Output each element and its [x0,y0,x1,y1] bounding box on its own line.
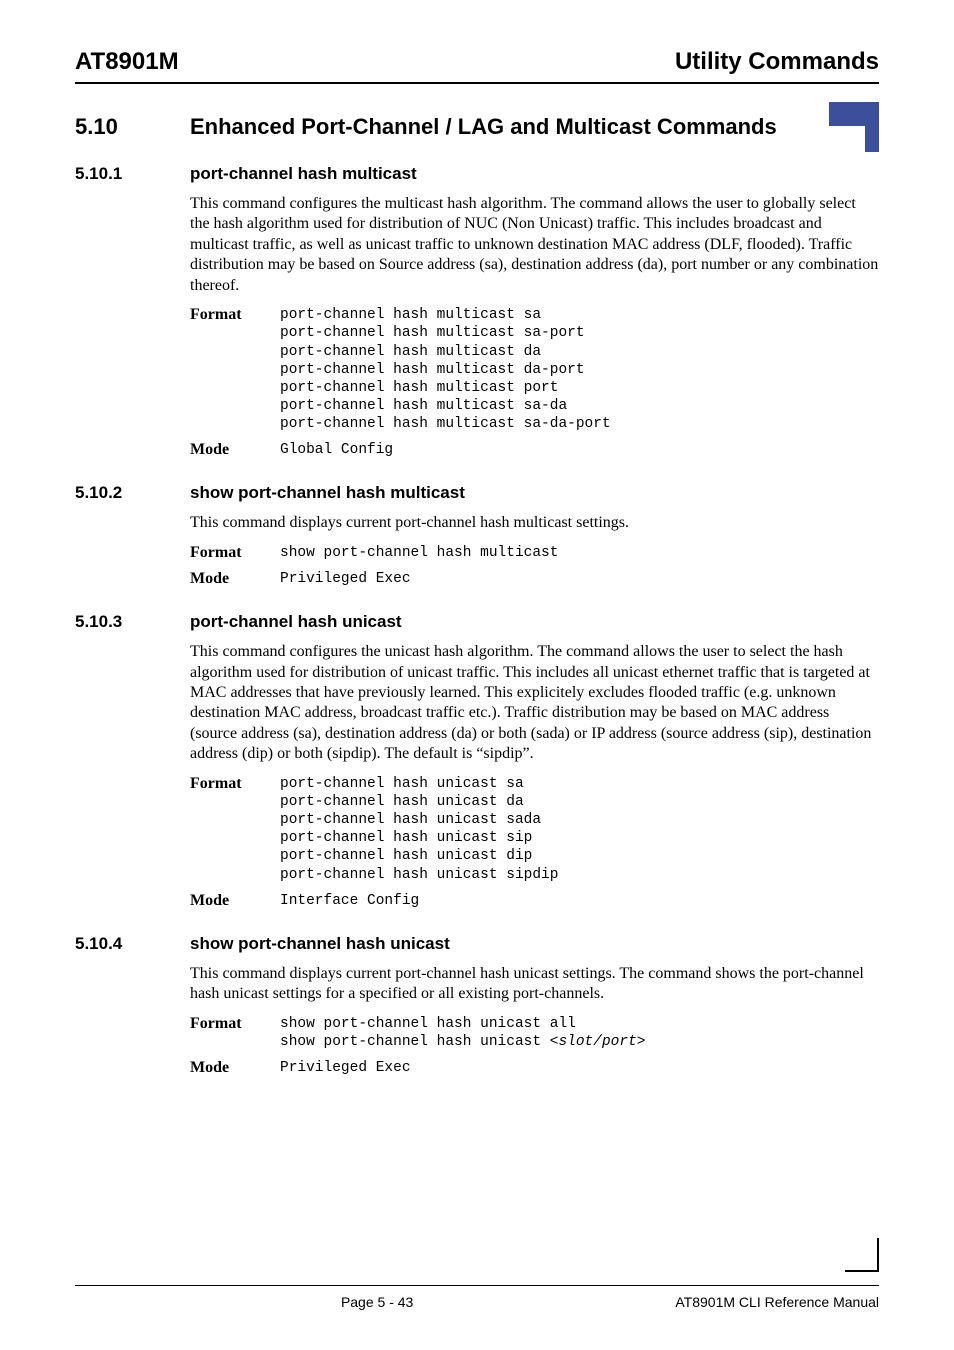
subsection-title: port-channel hash unicast [190,612,402,632]
format-value-param: <slot/port> [550,1034,646,1050]
subsection-paragraph: This command configures the multicast ha… [190,194,879,296]
header-left: AT8901M [75,48,179,76]
format-row: Format show port-channel hash multicast [190,544,879,562]
format-value-pre: show port-channel hash unicast all show … [280,1016,576,1050]
section-title: Enhanced Port-Channel / LAG and Multicas… [190,114,777,140]
mode-label: Mode [190,570,280,588]
header-right: Utility Commands [675,48,879,76]
subsection-paragraph: This command displays current port-chann… [190,513,879,533]
subsection-number: 5.10.4 [75,934,190,954]
subsection-number: 5.10.1 [75,164,190,184]
subsection-paragraph: This command displays current port-chann… [190,964,879,1005]
format-value: port-channel hash multicast sa port-chan… [280,306,611,433]
mode-value: Global Config [280,441,393,459]
mode-value: Privileged Exec [280,1059,411,1077]
format-label: Format [190,544,280,562]
subsection-number: 5.10.3 [75,612,190,632]
format-value: port-channel hash unicast sa port-channe… [280,775,558,884]
footer-right: AT8901M CLI Reference Manual [675,1294,879,1310]
format-label: Format [190,775,280,884]
format-label: Format [190,1015,280,1051]
subsection-title: show port-channel hash multicast [190,483,465,503]
section-heading: 5.10 Enhanced Port-Channel / LAG and Mul… [75,114,879,140]
section-number: 5.10 [75,114,190,140]
subsection-paragraph: This command configures the unicast hash… [190,642,879,765]
format-label: Format [190,306,280,433]
mode-row: Mode Privileged Exec [190,570,879,588]
subsection-heading: 5.10.1 port-channel hash multicast [75,164,879,184]
page-header: AT8901M Utility Commands [75,48,879,76]
format-value: show port-channel hash unicast all show … [280,1015,645,1051]
footer-rule [75,1285,879,1286]
format-row: Format port-channel hash multicast sa po… [190,306,879,433]
format-row: Format show port-channel hash unicast al… [190,1015,879,1051]
subsection-heading: 5.10.2 show port-channel hash multicast [75,483,879,503]
mode-value: Interface Config [280,892,419,910]
subsection-title: port-channel hash multicast [190,164,417,184]
mode-label: Mode [190,1059,280,1077]
subsection-heading: 5.10.3 port-channel hash unicast [75,612,879,632]
subsection-title: show port-channel hash unicast [190,934,450,954]
mode-label: Mode [190,892,280,910]
mode-row: Mode Interface Config [190,892,879,910]
mode-label: Mode [190,441,280,459]
mode-value: Privileged Exec [280,570,411,588]
subsection-number: 5.10.2 [75,483,190,503]
header-rule [75,82,879,84]
mode-row: Mode Privileged Exec [190,1059,879,1077]
format-row: Format port-channel hash unicast sa port… [190,775,879,884]
subsection-heading: 5.10.4 show port-channel hash unicast [75,934,879,954]
page-footer: . Page 5 - 43 AT8901M CLI Reference Manu… [75,1285,879,1310]
mode-row: Mode Global Config [190,441,879,459]
format-value: show port-channel hash multicast [280,544,558,562]
footer-center: Page 5 - 43 [341,1294,413,1310]
